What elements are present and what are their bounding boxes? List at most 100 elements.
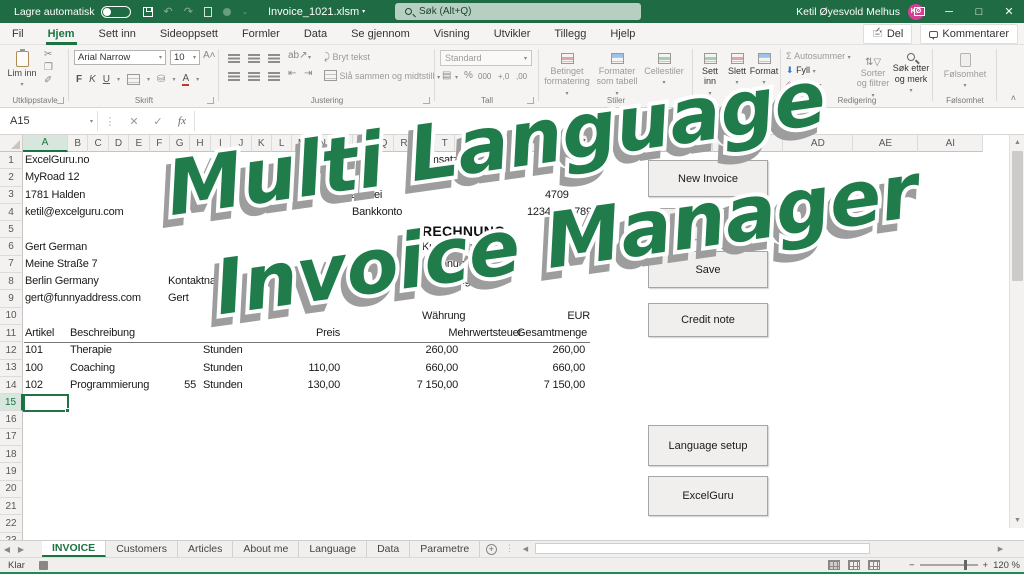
column-header-AD[interactable]: AD bbox=[783, 135, 853, 152]
decrease-indent-icon[interactable]: ⇤ bbox=[288, 69, 296, 79]
column-header-T[interactable]: T bbox=[435, 135, 455, 152]
zoom-in-icon[interactable]: + bbox=[983, 560, 989, 571]
column-header-A[interactable]: A bbox=[23, 135, 68, 152]
cut-icon[interactable]: ✂ bbox=[44, 50, 53, 60]
autosave-toggle[interactable] bbox=[101, 6, 131, 18]
page-layout-view-icon[interactable] bbox=[848, 560, 860, 570]
horizontal-scroll-thumb[interactable] bbox=[535, 543, 870, 554]
menu-tab-hjelp[interactable]: Hjelp bbox=[598, 23, 647, 45]
column-header-M[interactable]: M bbox=[292, 135, 312, 152]
credit-note-button[interactable]: Credit note bbox=[648, 303, 768, 337]
enter-icon[interactable]: ✓ bbox=[146, 115, 170, 128]
column-header-R[interactable]: R bbox=[394, 135, 414, 152]
collapse-ribbon-icon[interactable]: ˄ bbox=[1011, 93, 1016, 103]
row-header-2[interactable]: 2 bbox=[0, 169, 23, 186]
scroll-right-icon[interactable]: ▶ bbox=[993, 541, 1008, 556]
comma-format-icon[interactable]: 000 bbox=[478, 72, 491, 82]
document-title[interactable]: Invoice_1021.xlsm ▾ bbox=[268, 0, 365, 23]
fill-handle[interactable] bbox=[65, 408, 70, 413]
orientation-icon[interactable]: ab↗ bbox=[288, 51, 308, 61]
paste-button[interactable]: Lim inn▾ bbox=[6, 47, 38, 89]
sheet-tab-customers[interactable]: Customers bbox=[106, 541, 178, 557]
maximize-button[interactable]: □ bbox=[964, 0, 994, 23]
column-header-Q[interactable]: Q bbox=[374, 135, 394, 152]
number-dialog-launcher[interactable] bbox=[527, 97, 534, 104]
row-header-11[interactable]: 11 bbox=[0, 325, 23, 342]
find-select-button[interactable]: Søk etter og merk ▾ bbox=[892, 53, 930, 95]
sort-filter-button[interactable]: ⇅▽Sorter og filtrer ▾ bbox=[856, 57, 890, 100]
clear-button[interactable]: ◈ Fjern ▾ bbox=[786, 79, 821, 90]
zoom-out-icon[interactable]: − bbox=[909, 560, 915, 571]
selected-cell[interactable] bbox=[23, 394, 69, 412]
save-icon[interactable] bbox=[143, 7, 153, 17]
column-headers[interactable]: ABCDEFGHIJKLMNOPQRSTUVWXYZAAABACADAEAI bbox=[0, 135, 983, 152]
fill-button[interactable]: ⬇ Fyll ▾ bbox=[786, 65, 816, 76]
align-right-icon[interactable] bbox=[268, 72, 280, 74]
menu-tab-utvikler[interactable]: Utvikler bbox=[482, 23, 543, 45]
menu-tab-tillegg[interactable]: Tillegg bbox=[542, 23, 598, 45]
row-header-9[interactable]: 9 bbox=[0, 290, 23, 307]
send-with-outlook-button[interactable]: Send with Outlook bbox=[648, 208, 768, 240]
menu-tab-visning[interactable]: Visning bbox=[422, 23, 482, 45]
sheet-tab-parametre[interactable]: Parametre bbox=[410, 541, 480, 557]
align-left-icon[interactable] bbox=[228, 72, 240, 74]
column-header-Y[interactable]: Y bbox=[537, 135, 557, 152]
horizontal-scrollbar[interactable]: ◀ ▶ bbox=[516, 541, 1008, 556]
row-header-17[interactable]: 17 bbox=[0, 429, 23, 446]
row-header-15[interactable]: 15 bbox=[0, 394, 23, 411]
column-header-V[interactable]: V bbox=[476, 135, 496, 152]
row-header-20[interactable]: 20 bbox=[0, 481, 23, 498]
wrap-text-button[interactable]: ⤸ Bryt tekst bbox=[324, 52, 370, 63]
comments-button[interactable]: Kommentarer bbox=[920, 24, 1018, 44]
cancel-icon[interactable]: ✕ bbox=[122, 115, 146, 128]
page-break-view-icon[interactable] bbox=[868, 560, 880, 570]
column-header-C[interactable]: C bbox=[88, 135, 108, 152]
touch-mode-icon[interactable] bbox=[204, 7, 212, 17]
new-invoice-button[interactable]: New Invoice bbox=[648, 160, 768, 197]
row-header-8[interactable]: 8 bbox=[0, 273, 23, 290]
scroll-up-icon[interactable]: ▲ bbox=[1010, 135, 1024, 150]
menu-tab-formler[interactable]: Formler bbox=[230, 23, 292, 45]
align-top-icon[interactable] bbox=[228, 54, 240, 56]
row-header-1[interactable]: 1 bbox=[0, 152, 23, 169]
column-header-S[interactable]: S bbox=[415, 135, 435, 152]
format-cells-button[interactable]: Format▾ bbox=[750, 49, 778, 87]
clipboard-dialog-launcher[interactable] bbox=[57, 97, 64, 104]
row-header-13[interactable]: 13 bbox=[0, 360, 23, 377]
minimize-button[interactable]: ─ bbox=[934, 0, 964, 23]
row-header-5[interactable]: 5 bbox=[0, 221, 23, 238]
insert-cells-button[interactable]: Sett inn▾ bbox=[696, 49, 724, 98]
increase-indent-icon[interactable]: ⇥ bbox=[304, 69, 312, 79]
scroll-down-icon[interactable]: ▼ bbox=[1010, 513, 1024, 528]
select-all-corner[interactable] bbox=[0, 135, 23, 152]
column-header-J[interactable]: J bbox=[231, 135, 251, 152]
row-header-3[interactable]: 3 bbox=[0, 187, 23, 204]
row-header-23[interactable]: 23 bbox=[0, 533, 23, 540]
sheet-tab-invoice[interactable]: INVOICE bbox=[42, 541, 106, 557]
vertical-scroll-thumb[interactable] bbox=[1012, 151, 1023, 281]
column-header-U[interactable]: U bbox=[455, 135, 475, 152]
menu-tab-fil[interactable]: Fil bbox=[0, 23, 36, 45]
menu-tab-hjem[interactable]: Hjem bbox=[36, 23, 87, 45]
underline-button[interactable]: U bbox=[103, 74, 110, 85]
font-name-select[interactable]: Arial Narrow▾ bbox=[74, 50, 166, 65]
merge-center-button[interactable]: Slå sammen og midtstill ▾ bbox=[324, 70, 440, 81]
ribbon-display-options-icon[interactable] bbox=[904, 0, 934, 23]
row-header-6[interactable]: 6 bbox=[0, 238, 23, 255]
sheet-tab-data[interactable]: Data bbox=[367, 541, 410, 557]
column-header-B[interactable]: B bbox=[68, 135, 88, 152]
undo-icon[interactable]: ↶ bbox=[164, 5, 173, 18]
menu-tab-sideoppsett[interactable]: Sideoppsett bbox=[148, 23, 230, 45]
align-center-icon[interactable] bbox=[248, 72, 260, 74]
cell-styles-button[interactable]: Cellestiler▾ bbox=[642, 49, 686, 87]
row-header-18[interactable]: 18 bbox=[0, 446, 23, 463]
menu-tab-data[interactable]: Data bbox=[292, 23, 339, 45]
currency-format-icon[interactable]: ▤ bbox=[442, 71, 451, 81]
row-header-4[interactable]: 4 bbox=[0, 204, 23, 221]
menu-tab-se-gjennom[interactable]: Se gjennom bbox=[339, 23, 422, 45]
insert-function-icon[interactable]: fx bbox=[170, 115, 194, 127]
row-header-16[interactable]: 16 bbox=[0, 411, 23, 428]
column-header-E[interactable]: E bbox=[129, 135, 149, 152]
column-header-AA[interactable]: AA bbox=[609, 135, 661, 152]
autosum-button[interactable]: Σ Autosummer ▾ bbox=[786, 51, 851, 61]
